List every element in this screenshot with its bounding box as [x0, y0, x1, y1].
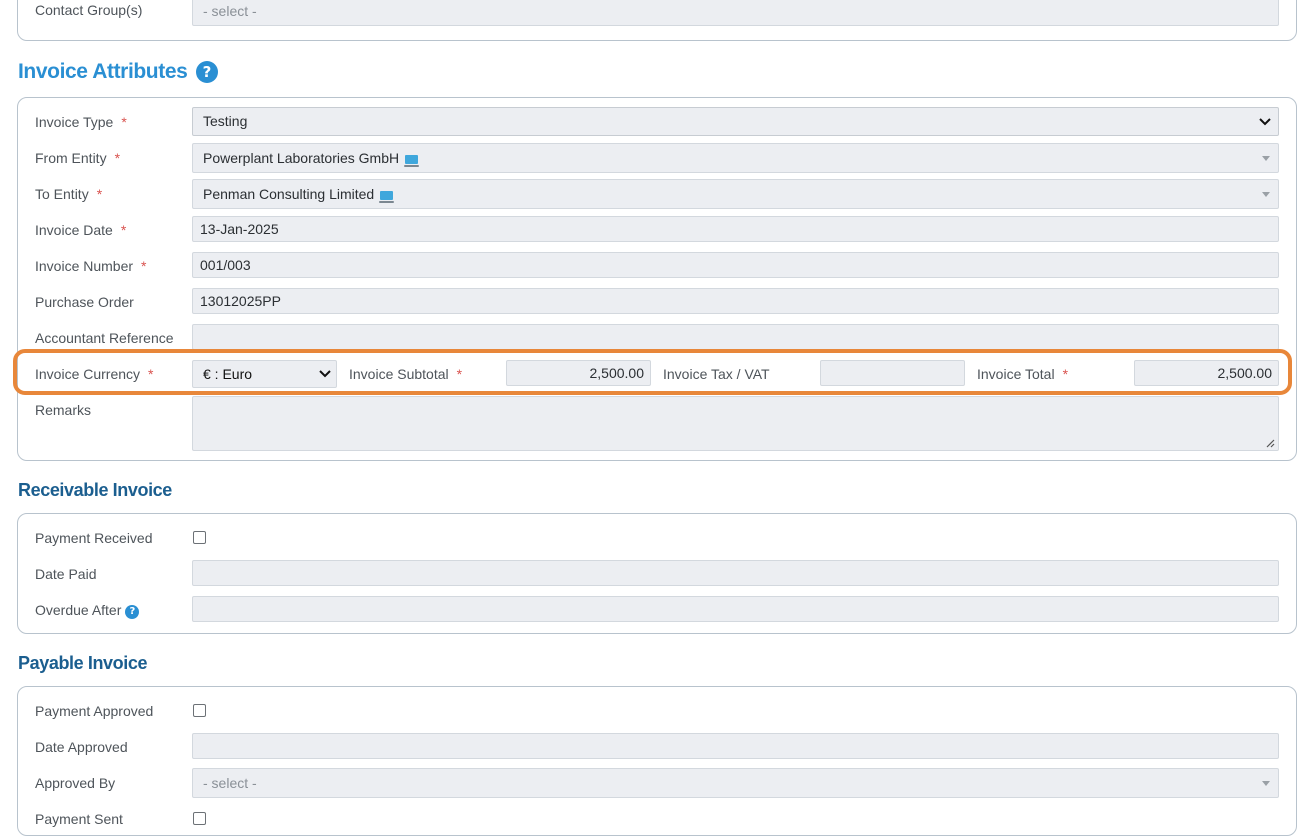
invoice-attributes-panel: Invoice Type * Testing From Entity * Power…	[17, 97, 1297, 461]
from-entity-row: From Entity * Powerplant Laboratories Gmb…	[18, 143, 1296, 173]
from-entity-value: Powerplant Laboratories GmbH	[203, 150, 400, 166]
payment-received-label: Payment Received	[35, 530, 153, 546]
approved-by-value: - select -	[203, 775, 257, 791]
accountant-reference-label: Accountant Reference	[35, 330, 174, 346]
payment-sent-label: Payment Sent	[35, 811, 123, 827]
invoice-number-label: Invoice Number *	[35, 258, 147, 274]
invoice-total-label: Invoice Total *	[977, 366, 1069, 382]
invoice-total-input[interactable]: 2,500.00	[1134, 360, 1279, 386]
contact-groups-value: - select -	[203, 3, 257, 19]
caret-down-icon	[1262, 781, 1270, 786]
caret-down-icon	[1262, 156, 1270, 161]
approved-by-select[interactable]: - select -	[192, 768, 1279, 798]
purchase-order-row: Purchase Order 13012025PP	[18, 287, 1296, 317]
payable-invoice-panel: Payment Approved Date Approved Approved …	[17, 686, 1297, 836]
accountant-reference-input[interactable]	[192, 324, 1279, 350]
monitor-icon	[379, 191, 395, 203]
chevron-down-icon	[319, 370, 331, 378]
overdue-after-label: Overdue After?	[35, 595, 140, 625]
payment-sent-row: Payment Sent	[18, 804, 1296, 834]
invoice-attributes-heading: Invoice Attributes ?	[18, 60, 218, 84]
invoice-date-row: Invoice Date * 13-Jan-2025	[18, 215, 1296, 245]
invoice-amounts-row: Invoice Currency * € : Euro Invoice Subto…	[18, 359, 1296, 389]
resize-grip-icon[interactable]	[1265, 438, 1275, 448]
date-approved-row: Date Approved	[18, 732, 1296, 762]
invoice-type-select[interactable]: Testing	[192, 107, 1279, 136]
monitor-icon	[404, 155, 420, 167]
purchase-order-label: Purchase Order	[35, 294, 134, 310]
caret-down-icon	[1262, 192, 1270, 197]
invoice-attributes-title: Invoice Attributes	[18, 60, 188, 83]
question-circle-icon[interactable]: ?	[125, 605, 140, 619]
payable-invoice-title: Payable Invoice	[18, 653, 148, 673]
to-entity-value: Penman Consulting Limited	[203, 186, 375, 202]
to-entity-label: To Entity *	[35, 186, 103, 202]
from-entity-select[interactable]: Powerplant Laboratories GmbH	[192, 143, 1279, 173]
accountant-reference-row: Accountant Reference	[18, 323, 1296, 353]
contact-groups-select[interactable]: - select -	[192, 0, 1279, 26]
remarks-label: Remarks	[35, 402, 92, 418]
receivable-invoice-title: Receivable Invoice	[18, 480, 172, 500]
payment-received-row: Payment Received	[18, 523, 1296, 553]
remarks-textarea[interactable]	[192, 396, 1279, 451]
invoice-currency-label: Invoice Currency *	[35, 366, 154, 382]
invoice-subtotal-label: Invoice Subtotal *	[349, 366, 463, 382]
question-circle-icon[interactable]: ?	[195, 61, 218, 83]
contact-panel: Contact Group(s) - select -	[17, 0, 1297, 41]
date-approved-input[interactable]	[192, 733, 1279, 759]
invoice-subtotal-input[interactable]: 2,500.00	[506, 360, 651, 386]
chevron-down-icon	[1259, 118, 1271, 126]
payment-sent-checkbox[interactable]	[193, 812, 206, 825]
invoice-type-value: Testing	[203, 113, 248, 129]
invoice-date-input[interactable]: 13-Jan-2025	[192, 216, 1279, 242]
invoice-number-row: Invoice Number * 001/003	[18, 251, 1296, 281]
approved-by-label: Approved By	[35, 775, 116, 791]
overdue-after-input[interactable]	[192, 596, 1279, 622]
invoice-currency-value: € : Euro	[203, 366, 253, 382]
to-entity-select[interactable]: Penman Consulting Limited	[192, 179, 1279, 209]
date-approved-label: Date Approved	[35, 739, 128, 755]
invoice-type-label: Invoice Type *	[35, 114, 127, 130]
overdue-after-row: Overdue After?	[18, 595, 1296, 625]
remarks-row: Remarks	[18, 395, 1296, 455]
date-paid-input[interactable]	[192, 560, 1279, 586]
invoice-type-row: Invoice Type * Testing	[18, 107, 1296, 137]
payment-approved-checkbox[interactable]	[193, 704, 206, 717]
to-entity-row: To Entity * Penman Consulting Limited	[18, 179, 1296, 209]
date-paid-row: Date Paid	[18, 559, 1296, 589]
payment-approved-row: Payment Approved	[18, 696, 1296, 726]
invoice-date-label: Invoice Date *	[35, 222, 127, 238]
contact-groups-label: Contact Group(s)	[35, 2, 143, 18]
from-entity-label: From Entity *	[35, 150, 121, 166]
receivable-invoice-panel: Payment Received Date Paid Overdue After…	[17, 513, 1297, 634]
purchase-order-input[interactable]: 13012025PP	[192, 288, 1279, 314]
invoice-number-input[interactable]: 001/003	[192, 252, 1279, 278]
payment-approved-label: Payment Approved	[35, 703, 154, 719]
invoice-tax-input[interactable]	[820, 360, 965, 386]
approved-by-row: Approved By - select -	[18, 768, 1296, 798]
invoice-currency-select[interactable]: € : Euro	[192, 360, 337, 388]
date-paid-label: Date Paid	[35, 566, 97, 582]
payment-received-checkbox[interactable]	[193, 531, 206, 544]
invoice-tax-label: Invoice Tax / VAT	[663, 366, 770, 382]
